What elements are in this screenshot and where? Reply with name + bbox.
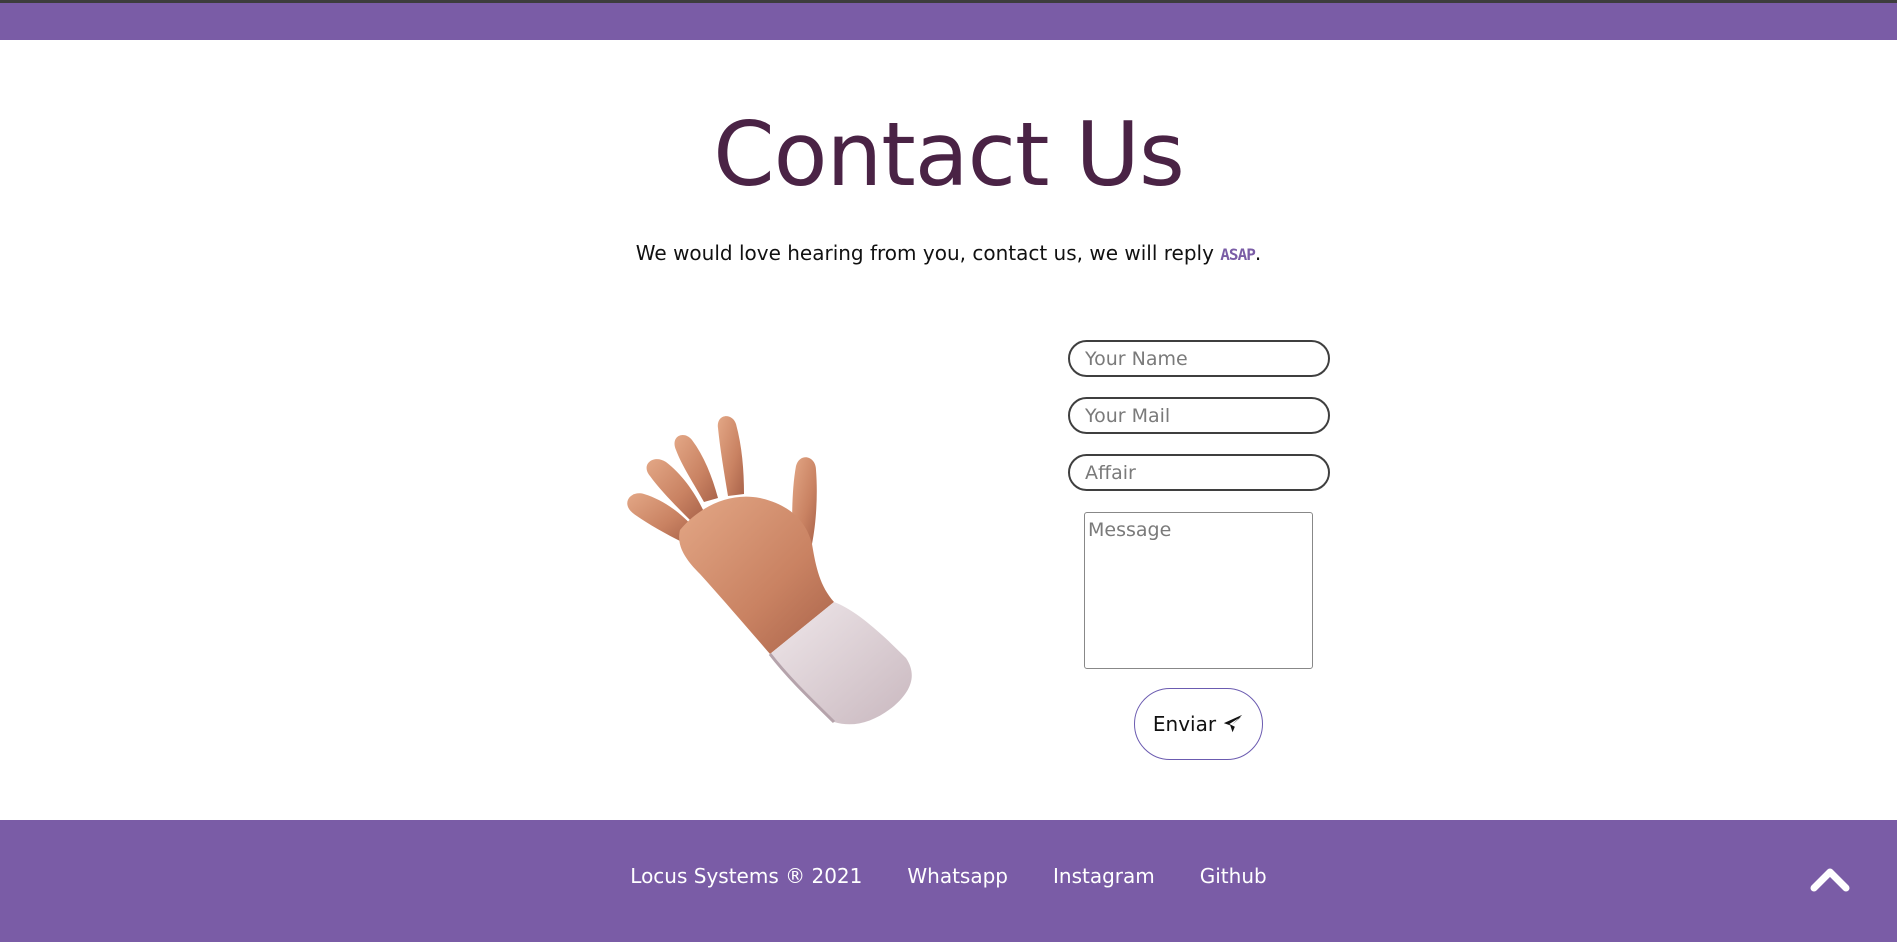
name-input[interactable] xyxy=(1068,340,1330,377)
send-button-label: Enviar xyxy=(1152,712,1217,736)
page-subtitle: We would love hearing from you, contact … xyxy=(0,238,1897,270)
footer-link-instagram[interactable]: Instagram xyxy=(1053,864,1155,888)
header-bar xyxy=(0,3,1897,40)
footer-link-github[interactable]: Github xyxy=(1200,864,1267,888)
waving-hand-icon xyxy=(627,416,912,725)
footer: Locus Systems ® 2021 Whatsapp Instagram … xyxy=(0,820,1897,942)
page-title: Contact Us xyxy=(713,103,1185,206)
email-input[interactable] xyxy=(1068,397,1330,434)
footer-copyright: Locus Systems ® 2021 xyxy=(630,864,863,888)
back-to-top-chevron-up-icon[interactable] xyxy=(1810,864,1850,892)
send-button[interactable]: Enviar xyxy=(1134,688,1263,760)
footer-links: Locus Systems ® 2021 Whatsapp Instagram … xyxy=(0,864,1897,888)
affair-input[interactable] xyxy=(1068,454,1330,491)
footer-link-whatsapp[interactable]: Whatsapp xyxy=(907,864,1008,888)
message-textarea[interactable] xyxy=(1084,512,1313,669)
subtitle-emphasis: ASAP xyxy=(1220,245,1256,264)
subtitle-end: . xyxy=(1254,241,1262,265)
paper-plane-icon xyxy=(1223,714,1243,733)
subtitle-text: We would love hearing from you, contact … xyxy=(635,241,1221,265)
